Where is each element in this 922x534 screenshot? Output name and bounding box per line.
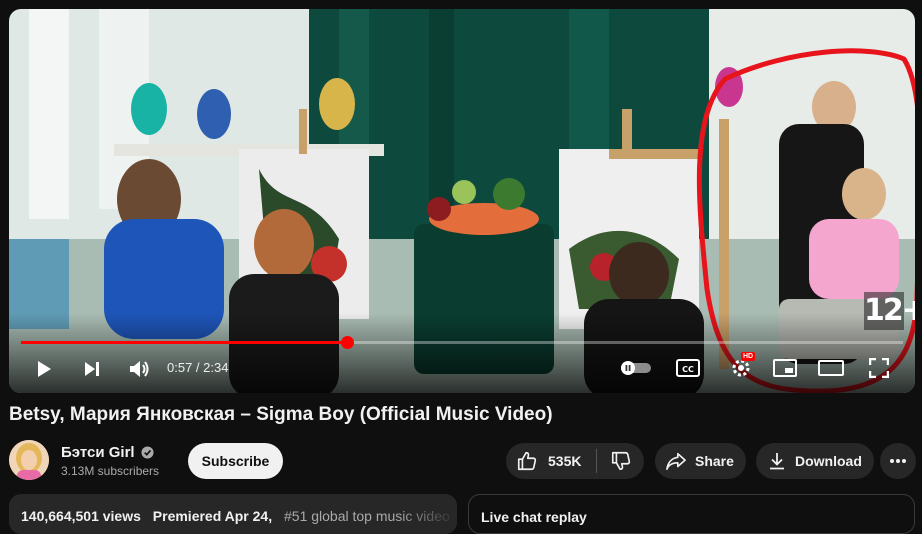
download-button[interactable]: Download xyxy=(756,443,874,479)
channel-name-row: Бэтси Girl xyxy=(61,444,154,461)
next-button[interactable] xyxy=(79,356,105,382)
share-button[interactable]: Share xyxy=(655,443,746,479)
more-actions-button[interactable] xyxy=(880,443,916,479)
miniplayer-button[interactable] xyxy=(771,357,799,379)
subscriber-count: 3.13M subscribers xyxy=(61,464,160,478)
volume-icon xyxy=(130,361,149,377)
view-count: 140,664,501 views xyxy=(21,508,141,524)
like-count: 535K xyxy=(548,453,582,469)
dislike-button[interactable] xyxy=(597,443,644,479)
captions-button[interactable]: CC xyxy=(675,357,701,379)
verified-check-icon xyxy=(141,446,154,459)
avatar-image xyxy=(9,440,49,480)
theater-mode-button[interactable] xyxy=(816,357,846,379)
subscribe-button[interactable]: Subscribe xyxy=(188,443,283,479)
miniplayer-icon xyxy=(773,359,797,377)
fullscreen-icon xyxy=(869,358,889,378)
volume-button[interactable] xyxy=(126,356,154,382)
live-chat-replay-panel[interactable]: Live chat replay xyxy=(468,494,915,534)
progress-played xyxy=(21,341,348,344)
download-label: Download xyxy=(795,453,862,469)
thumbs-down-icon xyxy=(611,451,630,471)
svg-text:CC: CC xyxy=(682,365,694,374)
time-display: 0:57 / 2:34 xyxy=(167,360,229,375)
description-box[interactable]: 140,664,501 views Premiered Apr 24, #51 … xyxy=(9,494,457,534)
like-button[interactable]: 535K xyxy=(506,443,596,479)
age-rating-badge: 12+ xyxy=(864,292,915,330)
channel-avatar[interactable] xyxy=(9,440,49,480)
autoplay-toggle[interactable] xyxy=(619,359,653,377)
hd-badge: HD xyxy=(741,352,756,361)
channel-name[interactable]: Бэтси Girl xyxy=(61,444,135,461)
description-meta: 140,664,501 views Premiered Apr 24, #51 … xyxy=(21,508,457,524)
share-icon xyxy=(666,452,686,470)
premiere-date: Premiered Apr 24, xyxy=(152,508,273,524)
video-frame xyxy=(9,9,915,393)
settings-button[interactable]: HD xyxy=(727,352,756,381)
share-label: Share xyxy=(695,453,734,469)
live-chat-replay-label: Live chat replay xyxy=(481,509,587,525)
fullscreen-button[interactable] xyxy=(866,356,892,380)
theater-mode-icon xyxy=(818,360,844,376)
video-title: Betsy, Мария Янковская – Sigma Boy (Offi… xyxy=(9,404,553,425)
like-dislike-group: 535K xyxy=(506,443,644,479)
download-icon xyxy=(770,453,784,470)
next-icon xyxy=(85,362,99,376)
description-fade xyxy=(397,494,457,534)
play-button[interactable] xyxy=(31,356,57,382)
autoplay-toggle-icon xyxy=(621,361,651,375)
play-icon xyxy=(38,361,51,377)
video-player[interactable]: 12+ 0:57 / 2:34 CC xyxy=(9,9,915,393)
captions-icon: CC xyxy=(676,359,700,377)
thumbs-up-icon xyxy=(517,451,537,471)
progress-bar[interactable] xyxy=(21,336,903,349)
more-horizontal-icon xyxy=(890,459,906,463)
